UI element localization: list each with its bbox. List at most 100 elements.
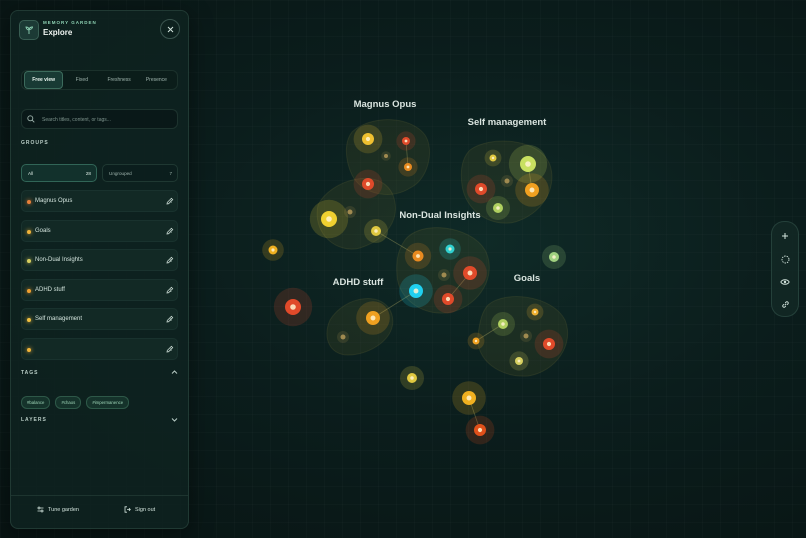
visibility-button[interactable] bbox=[776, 273, 794, 291]
layers-heading: LAYERS bbox=[21, 417, 47, 423]
memory-node[interactable] bbox=[439, 238, 461, 260]
memory-node[interactable] bbox=[467, 332, 485, 350]
group-tab-label: All bbox=[28, 171, 34, 176]
memory-node[interactable] bbox=[404, 242, 432, 270]
memory-node[interactable] bbox=[353, 124, 383, 154]
group-row[interactable]: Magnus Opus 4 bbox=[21, 190, 178, 212]
panel-header: MEMORY GARDEN Explore bbox=[19, 19, 180, 41]
group-color-dot bbox=[27, 347, 31, 352]
groups-heading: GROUPS bbox=[21, 140, 49, 146]
memory-node[interactable] bbox=[309, 199, 349, 239]
group-color-dot bbox=[27, 318, 31, 322]
memory-node[interactable] bbox=[433, 284, 463, 314]
memory-node[interactable] bbox=[526, 303, 544, 321]
group-name: Magnus Opus bbox=[35, 198, 73, 204]
cluster-label-adhd: ADHD stuff bbox=[333, 277, 384, 288]
explore-panel: MEMORY GARDEN Explore Free view Fixed Fr… bbox=[10, 10, 189, 529]
memory-node[interactable] bbox=[453, 256, 487, 290]
group-color-dot bbox=[27, 229, 31, 234]
group-tab-all[interactable]: All 28 bbox=[21, 164, 97, 182]
tags-heading: TAGS bbox=[21, 370, 39, 376]
memory-node[interactable] bbox=[520, 330, 532, 342]
group-count: 4 bbox=[169, 199, 172, 204]
memory-node[interactable] bbox=[356, 301, 390, 335]
app-brand: MEMORY GARDEN bbox=[43, 20, 97, 25]
group-row[interactable]: ADHD stuff 1 bbox=[21, 278, 178, 301]
cluster-label-goals: Goals bbox=[514, 273, 540, 284]
memory-node[interactable] bbox=[486, 196, 510, 220]
group-name: Non-Dual Insights bbox=[35, 257, 83, 263]
memory-node[interactable] bbox=[353, 169, 383, 199]
memory-node[interactable] bbox=[273, 287, 313, 327]
group-name: Self management bbox=[35, 316, 83, 322]
lasso-select-button[interactable] bbox=[776, 250, 794, 268]
memory-node[interactable] bbox=[400, 366, 424, 390]
memory-node[interactable] bbox=[501, 175, 513, 187]
group-count: 3 bbox=[169, 346, 172, 352]
memory-node[interactable] bbox=[337, 331, 349, 343]
memory-node[interactable] bbox=[344, 206, 356, 218]
tag-chip[interactable]: #impermanence bbox=[86, 396, 130, 409]
tab-fixed[interactable]: Fixed bbox=[63, 72, 100, 88]
sprout-icon bbox=[19, 20, 39, 40]
memory-node[interactable] bbox=[452, 381, 486, 415]
memory-node[interactable] bbox=[491, 312, 515, 336]
memory-node[interactable] bbox=[381, 151, 391, 161]
memory-node[interactable] bbox=[438, 269, 450, 281]
panel-title: Explore bbox=[43, 28, 73, 37]
memory-node[interactable] bbox=[399, 274, 433, 308]
memory-node[interactable] bbox=[396, 131, 416, 151]
group-name: Goals bbox=[35, 227, 51, 234]
tag-chip[interactable]: #chaos bbox=[55, 396, 82, 409]
tune-garden-label: Tune garden bbox=[48, 506, 79, 513]
sign-out-button[interactable]: Sign out bbox=[124, 506, 155, 513]
plus-icon bbox=[782, 233, 788, 239]
cluster-label-non-dual: Non-Dual Insights bbox=[399, 210, 480, 221]
canvas-toolbar bbox=[771, 221, 799, 317]
memory-node[interactable] bbox=[534, 329, 564, 359]
memory-node[interactable] bbox=[515, 173, 549, 207]
group-color-dot bbox=[27, 259, 31, 263]
tab-presence[interactable]: Presence bbox=[138, 72, 175, 88]
group-name: ADHD stuff bbox=[35, 286, 65, 293]
panel-footer: Tune garden Sign out bbox=[11, 495, 188, 528]
group-row[interactable]: Goals 4 bbox=[21, 219, 178, 242]
group-count: 4 bbox=[169, 228, 172, 234]
memory-node[interactable] bbox=[465, 415, 495, 445]
lasso-icon bbox=[781, 255, 789, 263]
group-color-dot bbox=[27, 200, 31, 204]
cluster-label-self-management: Self management bbox=[468, 117, 547, 128]
memory-node[interactable] bbox=[398, 157, 418, 177]
memory-node[interactable] bbox=[262, 239, 284, 261]
group-row[interactable]: Self management 5 bbox=[21, 308, 178, 330]
cluster-label-magnus-opus: Magnus Opus bbox=[354, 99, 417, 110]
group-row[interactable]: 3 bbox=[21, 337, 178, 360]
chevron-down-icon[interactable] bbox=[171, 417, 178, 423]
view-mode-tabs: Free view Fixed Freshness Presence bbox=[21, 70, 178, 90]
tag-chip[interactable]: #balance bbox=[21, 396, 51, 409]
link-button[interactable] bbox=[776, 295, 794, 313]
search-input[interactable] bbox=[40, 110, 174, 130]
group-tab-count: 28 bbox=[85, 171, 91, 176]
eye-icon bbox=[780, 279, 790, 285]
memory-node[interactable] bbox=[542, 245, 566, 269]
group-tab-label: Ungrouped bbox=[109, 171, 132, 176]
sliders-icon bbox=[37, 506, 44, 513]
group-tab-count: 7 bbox=[169, 171, 172, 176]
chevron-up-icon[interactable] bbox=[171, 369, 178, 375]
close-icon bbox=[167, 26, 173, 32]
link-icon bbox=[781, 300, 789, 308]
tab-free-view[interactable]: Free view bbox=[24, 71, 64, 89]
tune-garden-button[interactable]: Tune garden bbox=[37, 506, 79, 513]
memory-node[interactable] bbox=[364, 219, 388, 243]
search-icon bbox=[27, 115, 35, 123]
memory-node[interactable] bbox=[484, 149, 502, 167]
group-tab-ungrouped[interactable]: Ungrouped 7 bbox=[102, 164, 178, 182]
zoom-in-button[interactable] bbox=[776, 227, 794, 245]
tab-freshness[interactable]: Freshness bbox=[101, 72, 138, 88]
sign-out-icon bbox=[124, 506, 131, 513]
memory-node[interactable] bbox=[509, 351, 529, 371]
close-button[interactable] bbox=[160, 19, 180, 39]
group-row[interactable]: Non-Dual Insights 5 bbox=[21, 249, 178, 271]
search-box bbox=[21, 109, 178, 130]
